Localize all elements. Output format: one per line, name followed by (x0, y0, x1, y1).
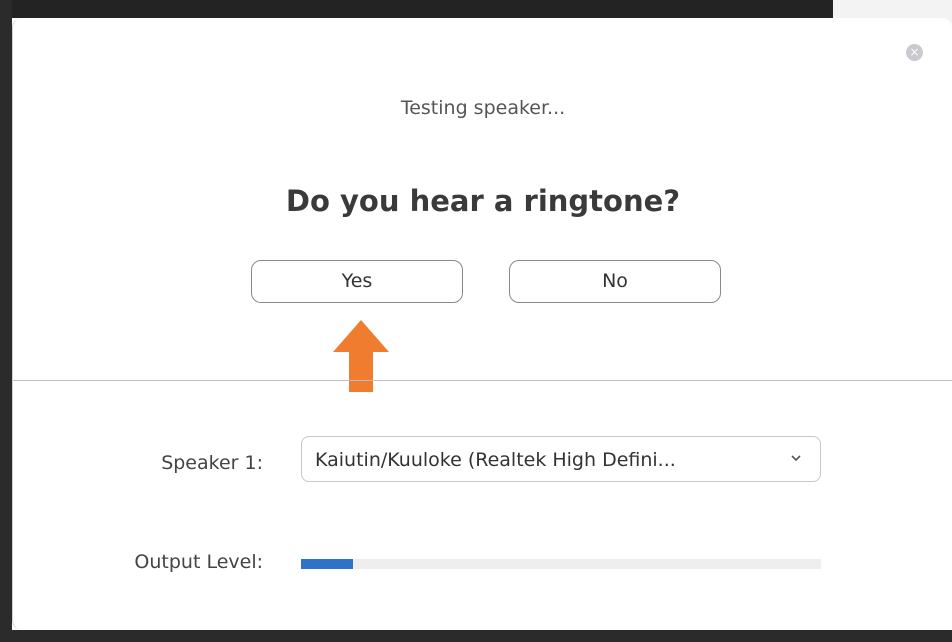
chevron-down-icon (791, 455, 801, 462)
output-level-label: Output Level: (134, 551, 263, 573)
background-top (0, 0, 833, 18)
arrow-up-icon (333, 320, 389, 392)
background-bottom (0, 630, 952, 642)
speaker-test-dialog: × Testing speaker... Do you hear a ringt… (12, 18, 952, 630)
speaker-label: Speaker 1: (161, 452, 263, 474)
yes-button[interactable]: Yes (251, 260, 463, 303)
output-level-meter (301, 559, 821, 569)
ringtone-question: Do you hear a ringtone? (285, 184, 681, 218)
section-divider (13, 380, 952, 381)
no-button[interactable]: No (509, 260, 721, 303)
background-left (0, 0, 12, 642)
testing-status-text: Testing speaker... (400, 97, 566, 119)
close-icon[interactable]: × (906, 44, 923, 61)
output-level-fill (301, 559, 353, 569)
speaker-select[interactable]: Kaiutin/Kuuloke (Realtek High Defini... (301, 436, 821, 482)
speaker-selected-value: Kaiutin/Kuuloke (Realtek High Defini... (315, 449, 676, 471)
